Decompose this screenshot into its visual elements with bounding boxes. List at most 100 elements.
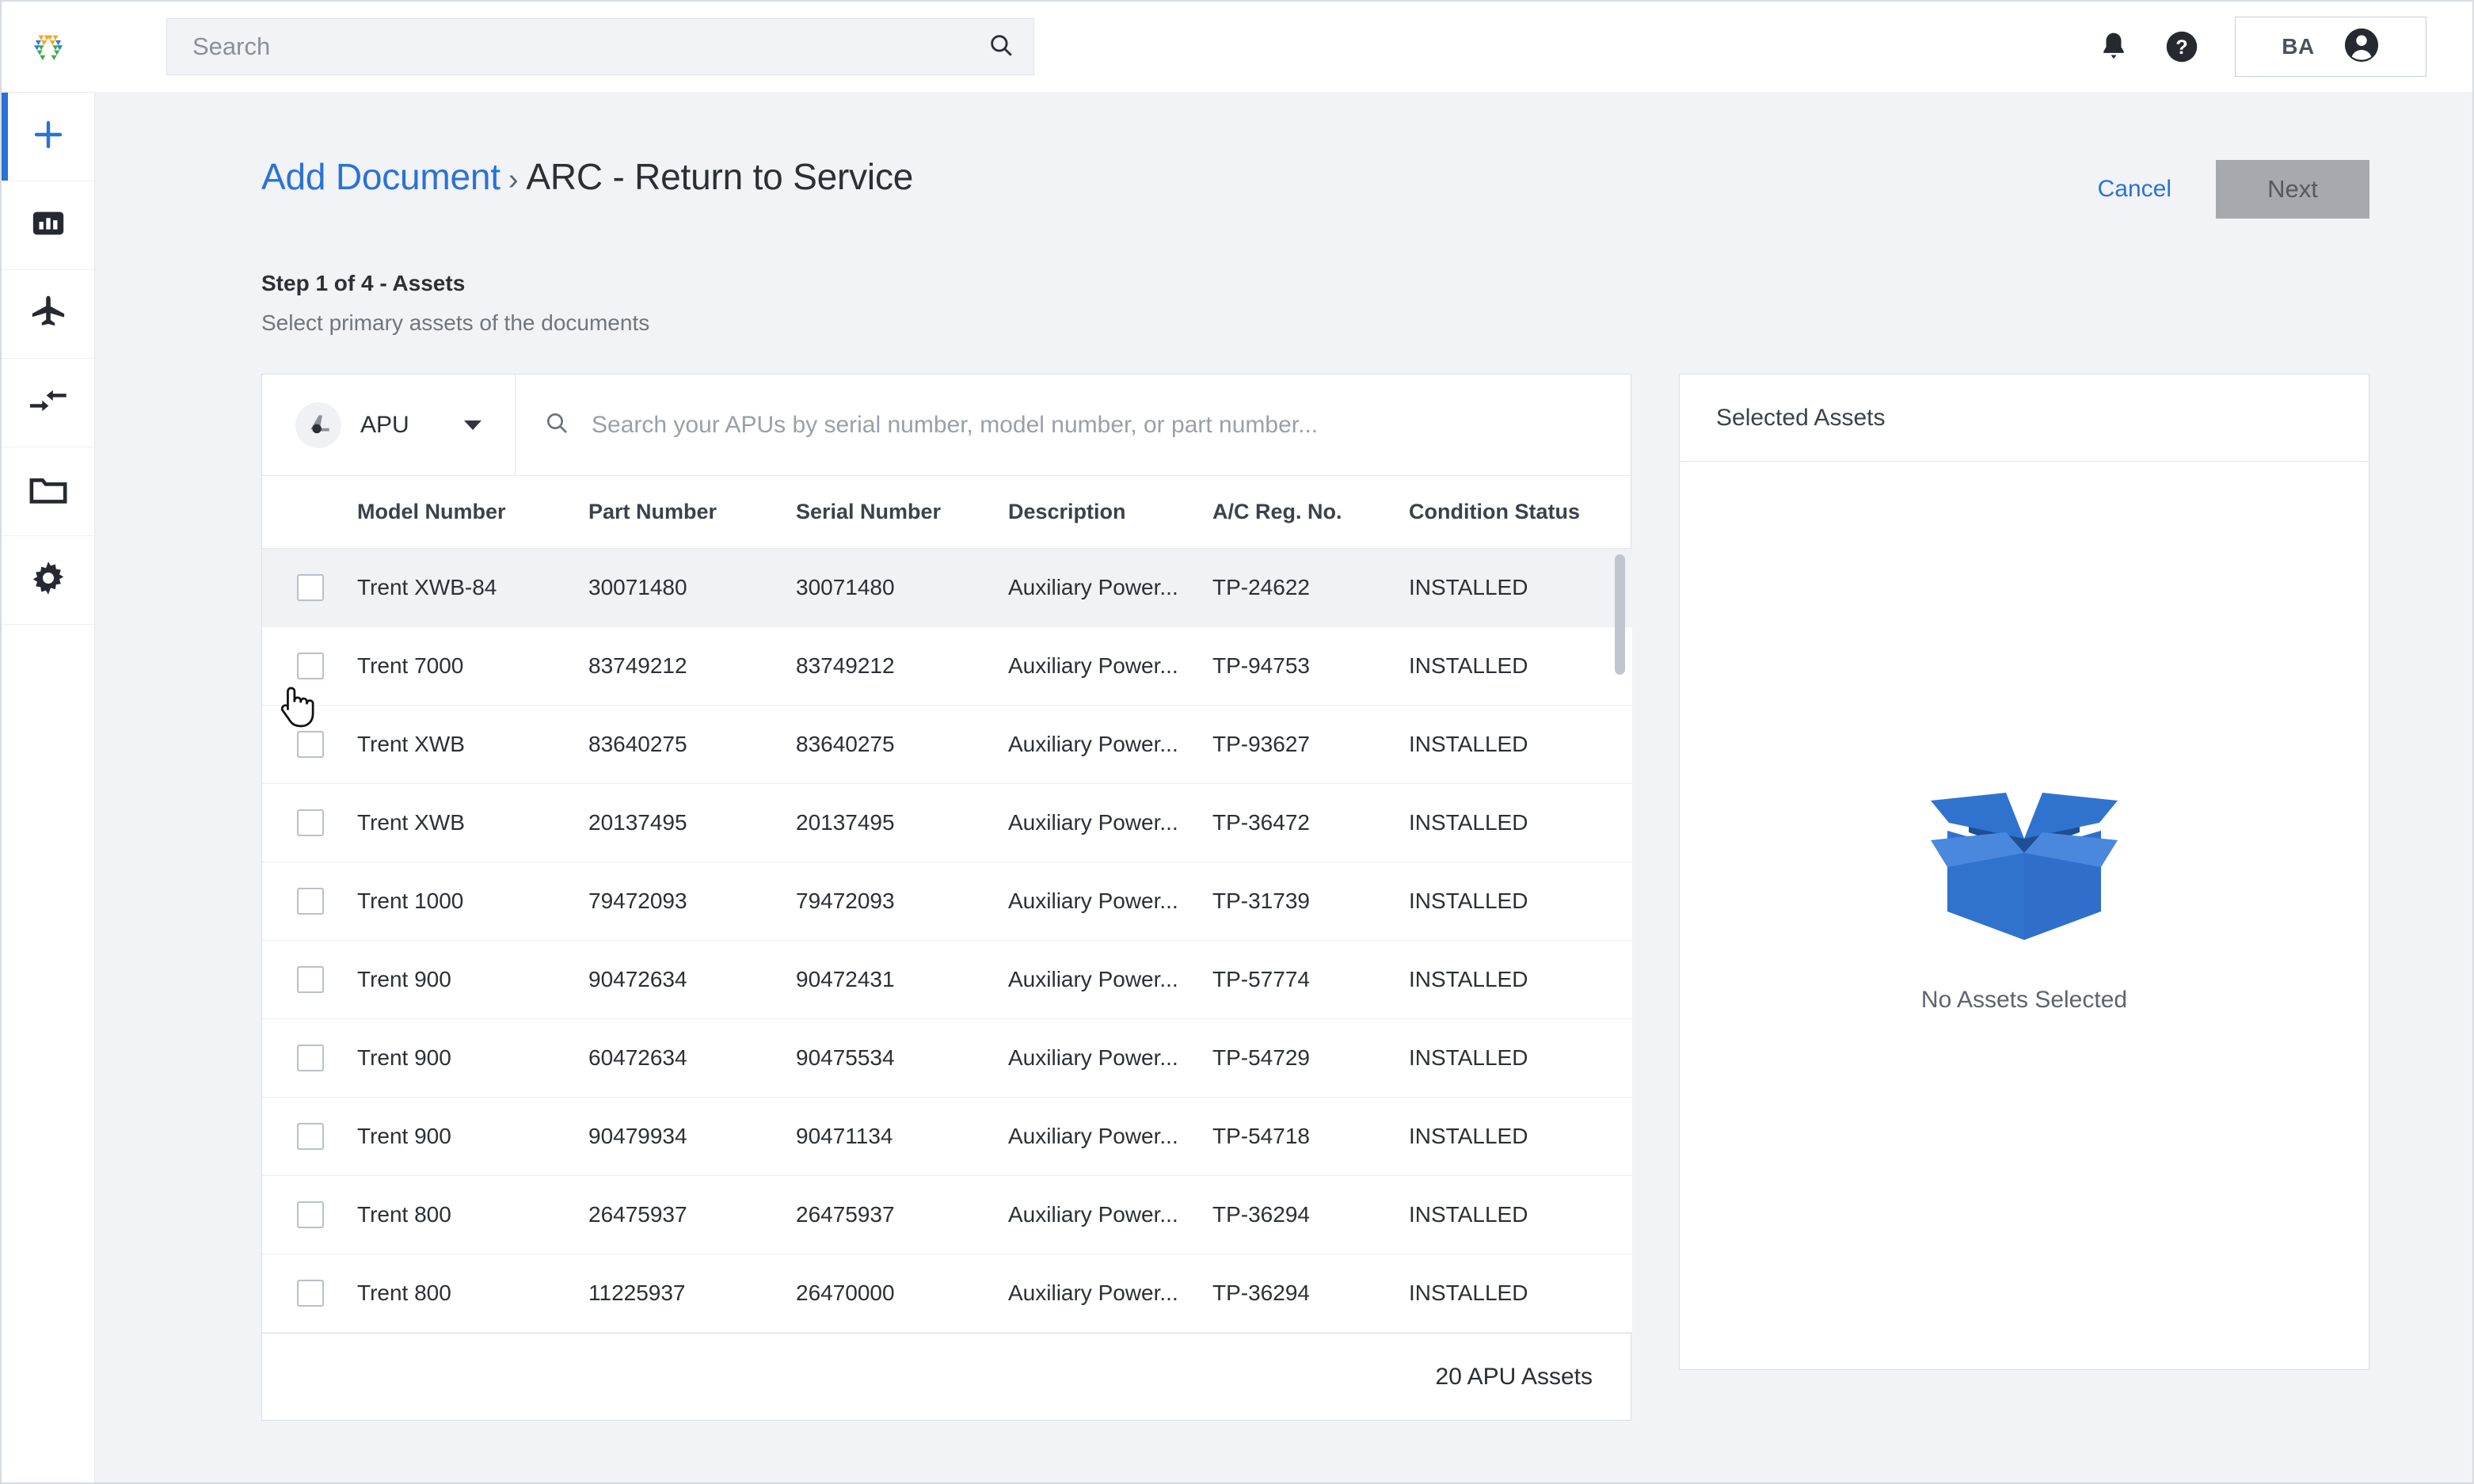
sidebar-item-fleet[interactable] <box>2 270 94 359</box>
row-checkbox-cell[interactable] <box>262 940 357 1019</box>
breadcrumb-separator: › <box>508 163 519 196</box>
cell-description: Auxiliary Power... <box>1008 862 1212 941</box>
asset-search-input[interactable] <box>592 411 1599 439</box>
row-checkbox[interactable] <box>297 966 324 993</box>
row-checkbox-cell[interactable] <box>262 1018 357 1098</box>
cell-condition-status: INSTALLED <box>1409 1097 1632 1176</box>
step-subtitle: Select primary assets of the documents <box>261 310 650 335</box>
cell-description: Auxiliary Power... <box>1008 705 1212 784</box>
airplane-icon <box>29 292 68 336</box>
sidebar-item-dashboard[interactable] <box>2 181 94 270</box>
row-checkbox-cell[interactable] <box>262 862 357 941</box>
sidebar-item-settings[interactable] <box>2 536 94 625</box>
asset-type-label: APU <box>360 411 409 438</box>
top-bar: ? BA <box>2 2 2472 92</box>
column-part-number[interactable]: Part Number <box>588 476 796 549</box>
row-checkbox[interactable] <box>297 1045 324 1071</box>
cancel-button[interactable]: Cancel <box>2098 176 2171 203</box>
cell-model-number: Trent 800 <box>357 1254 588 1333</box>
app-logo[interactable] <box>2 25 95 68</box>
cell-model-number: Trent XWB-84 <box>357 548 588 627</box>
cell-condition-status: INSTALLED <box>1409 1018 1632 1098</box>
sidebar-item-documents[interactable] <box>2 447 94 536</box>
global-search-input[interactable] <box>192 32 988 61</box>
asset-search-box[interactable] <box>516 375 1631 475</box>
row-checkbox[interactable] <box>297 574 324 601</box>
sidebar-item-add[interactable] <box>2 93 94 181</box>
cell-serial-number: 26470000 <box>796 1254 1008 1333</box>
cell-part-number: 60472634 <box>588 1018 796 1098</box>
cell-serial-number: 90475534 <box>796 1018 1008 1098</box>
search-icon[interactable] <box>988 32 1014 63</box>
table-row[interactable]: Trent 900 90472634 90472431 Auxiliary Power… <box>262 940 1632 1019</box>
page-header: Add Document › ARC - Return to Service Can… <box>261 155 2369 219</box>
table-row[interactable]: Trent 800 11225937 26470000 Auxiliary Power… <box>262 1254 1632 1333</box>
table-row[interactable]: Trent 1000 79472093 79472093 Auxiliary Powe… <box>262 862 1632 941</box>
cell-ac-reg-no: TP-36294 <box>1212 1175 1409 1254</box>
body-row: Add Document › ARC - Return to Service Can… <box>2 92 2472 1482</box>
column-model-number[interactable]: Model Number <box>357 476 588 549</box>
row-checkbox-cell[interactable] <box>262 626 357 706</box>
user-menu-chip[interactable]: BA <box>2235 17 2426 77</box>
bar-chart-icon <box>30 205 67 245</box>
folder-icon <box>29 472 68 511</box>
cell-description: Auxiliary Power... <box>1008 1254 1212 1333</box>
selected-assets-empty-state: No Assets Selected <box>1680 462 2369 1369</box>
cell-serial-number: 83640275 <box>796 705 1008 784</box>
cell-condition-status: INSTALLED <box>1409 705 1632 784</box>
cell-ac-reg-no: TP-24622 <box>1212 548 1409 627</box>
column-ac-reg-no[interactable]: A/C Reg. No. <box>1212 476 1409 549</box>
user-initials: BA <box>2282 34 2315 59</box>
table-row[interactable]: Trent 7000 83749212 83749212 Auxiliary Powe… <box>262 626 1632 706</box>
selected-assets-title: Selected Assets <box>1680 375 2369 462</box>
step-title: Step 1 of 4 - Assets <box>261 271 466 295</box>
cell-condition-status: INSTALLED <box>1409 940 1632 1019</box>
gear-icon <box>29 559 67 601</box>
panels-row: APU Search your APUs by serial number, m… <box>261 374 2369 1421</box>
column-description[interactable]: Description <box>1008 476 1212 549</box>
cell-description: Auxiliary Power... <box>1008 1018 1212 1098</box>
breadcrumb-link-add-document[interactable]: Add Document <box>261 156 501 197</box>
global-search-box[interactable] <box>166 18 1034 75</box>
column-serial-number[interactable]: Serial Number <box>796 476 1008 549</box>
row-checkbox[interactable] <box>297 731 324 758</box>
cell-condition-status: INSTALLED <box>1409 862 1632 941</box>
row-checkbox[interactable] <box>297 1123 324 1150</box>
table-vertical-scrollbar[interactable] <box>1615 554 1625 675</box>
table-row[interactable]: Trent 900 60472634 90475534 Auxiliary Power… <box>262 1018 1632 1098</box>
assets-table-head: Model Number Part Number Serial Number D… <box>262 476 1632 549</box>
row-checkbox[interactable] <box>297 1280 324 1307</box>
row-checkbox-cell[interactable] <box>262 1097 357 1176</box>
row-checkbox[interactable] <box>297 809 324 836</box>
cell-ac-reg-no: TP-54729 <box>1212 1018 1409 1098</box>
cell-part-number: 20137495 <box>588 783 796 862</box>
row-checkbox[interactable] <box>297 888 324 915</box>
column-condition-status[interactable]: Condition Status <box>1409 476 1632 549</box>
row-checkbox-cell[interactable] <box>262 548 357 627</box>
table-row[interactable]: Trent XWB-84 30071480 30071480 Auxiliary Po… <box>262 548 1632 627</box>
cell-ac-reg-no: TP-36472 <box>1212 783 1409 862</box>
row-checkbox[interactable] <box>297 653 324 679</box>
next-button[interactable]: Next <box>2216 160 2369 219</box>
help-circle-icon[interactable]: ? <box>2165 30 2198 63</box>
column-select-all <box>262 476 357 549</box>
asset-picker-panel: APU Search your APUs by serial number, m… <box>261 374 1632 1421</box>
table-row[interactable]: Trent 800 26475937 26475937 Auxiliary Power… <box>262 1175 1632 1254</box>
row-checkbox[interactable] <box>297 1201 324 1228</box>
no-assets-selected-label: No Assets Selected <box>1920 986 2128 1013</box>
cell-part-number: 90472634 <box>588 940 796 1019</box>
cell-part-number: 83749212 <box>588 626 796 706</box>
sidebar-item-transfers[interactable] <box>2 359 94 447</box>
table-row[interactable]: Trent XWB 20137495 20137495 Auxiliary Power… <box>262 783 1632 862</box>
row-checkbox-cell[interactable] <box>262 1254 357 1333</box>
row-checkbox-cell[interactable] <box>262 705 357 784</box>
asset-type-dropdown[interactable]: APU <box>262 375 516 475</box>
row-checkbox-cell[interactable] <box>262 783 357 862</box>
row-checkbox-cell[interactable] <box>262 1175 357 1254</box>
cell-condition-status: INSTALLED <box>1409 626 1632 706</box>
notifications-bell-icon[interactable] <box>2099 30 2129 63</box>
cell-model-number: Trent 900 <box>357 940 588 1019</box>
cell-model-number: Trent XWB <box>357 783 588 862</box>
table-row[interactable]: Trent XWB 83640275 83640275 Auxiliary Power… <box>262 705 1632 784</box>
table-row[interactable]: Trent 900 90479934 90471134 Auxiliary Power… <box>262 1097 1632 1176</box>
